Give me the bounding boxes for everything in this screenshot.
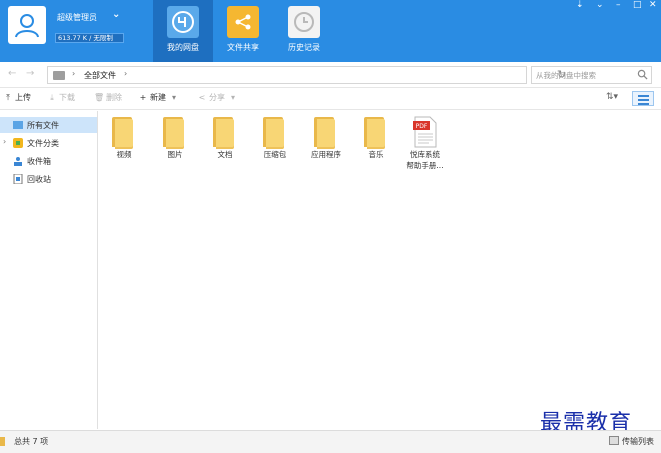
tab-history[interactable]: 历史记录: [274, 0, 334, 62]
folder-icon: [53, 71, 65, 80]
sidebar-item-label: 回收站: [27, 175, 51, 184]
tab-label: 文件共享: [227, 43, 259, 52]
file-item[interactable]: 音乐: [350, 112, 402, 174]
folder-icon: [308, 115, 342, 149]
menu-chevron-icon[interactable]: ⌄: [596, 0, 604, 10]
file-item[interactable]: PDF 悦库系统 帮助手册...: [399, 112, 451, 174]
inbox-icon: [14, 157, 22, 166]
file-name: 应用程序: [311, 150, 341, 159]
toolbar: ⤒ 上传 ⤓ 下载 🗑 删除 + 新建 ▾ < 分享 ▾ ⇅▾: [0, 88, 661, 110]
file-item[interactable]: 应用程序: [300, 112, 352, 174]
item-count: 总共 7 项: [14, 437, 49, 446]
chevron-down-icon: ▾: [231, 93, 236, 102]
transfer-icon: [609, 436, 619, 445]
minimize-icon[interactable]: –: [616, 0, 621, 10]
username[interactable]: 超级管理员: [57, 12, 97, 23]
search-input[interactable]: [536, 69, 634, 81]
upload-icon: ⤒: [6, 93, 10, 102]
category-icon: [13, 138, 23, 148]
share-icon: [227, 6, 259, 38]
folder-icon: [207, 115, 241, 149]
breadcrumb-item[interactable]: 全部文件: [84, 70, 116, 81]
chevron-down-icon[interactable]: ⌄: [112, 9, 120, 20]
sidebar-item-label: 所有文件: [27, 121, 59, 130]
back-arrow-icon[interactable]: ←: [8, 68, 16, 79]
file-item[interactable]: 视频: [98, 112, 150, 174]
folder-icon: [257, 115, 291, 149]
file-name: 压缩包: [263, 150, 287, 159]
share-button[interactable]: < 分享 ▾: [197, 92, 235, 103]
tab-label: 历史记录: [288, 43, 320, 52]
search-box: [531, 66, 652, 84]
pin-icon[interactable]: ⇣: [576, 0, 584, 10]
sidebar-item-label: 收件箱: [27, 157, 51, 166]
sidebar-item-label: 文件分类: [27, 139, 59, 148]
plus-icon: +: [139, 93, 147, 102]
folder-icon: [358, 115, 392, 149]
chevron-down-icon: ▾: [172, 93, 177, 102]
pdf-badge: PDF: [416, 123, 428, 130]
chevron-right-icon[interactable]: ›: [124, 69, 127, 78]
folder-icon: [13, 121, 23, 129]
maximize-icon[interactable]: □: [633, 0, 642, 10]
download-button[interactable]: ⤓ 下载: [47, 92, 75, 103]
breadcrumb[interactable]: › 全部文件 › ↻: [47, 66, 566, 84]
share-icon: <: [198, 93, 206, 102]
file-item[interactable]: 文档: [199, 112, 251, 174]
sidebar-item-all-files[interactable]: 所有文件: [0, 117, 97, 133]
list-view-icon[interactable]: [632, 91, 654, 106]
file-name: 图片: [167, 150, 183, 159]
quota-bar: 613.77 K / 无限制: [55, 33, 124, 43]
folder-icon: [0, 437, 5, 446]
chevron-right-icon[interactable]: ›: [3, 137, 6, 146]
search-icon[interactable]: [637, 69, 648, 80]
recycle-bin-icon: [13, 174, 23, 184]
trash-icon: 🗑: [94, 93, 105, 102]
file-name: 悦库系统 帮助手册...: [406, 150, 444, 170]
file-name: 视频: [116, 150, 132, 159]
my-disk-icon: [167, 6, 199, 38]
sidebar: 所有文件 › 文件分类 收件箱 回收站: [0, 111, 98, 429]
close-icon[interactable]: ✕: [649, 0, 657, 10]
tab-label: 我的网盘: [167, 43, 199, 52]
folder-icon: [157, 115, 191, 149]
sidebar-item-file-category[interactable]: › 文件分类: [0, 135, 97, 151]
new-button[interactable]: + 新建 ▾: [138, 92, 176, 103]
transfer-list-button[interactable]: 传输列表: [609, 436, 654, 447]
forward-arrow-icon[interactable]: →: [26, 68, 34, 79]
address-bar: ← → › 全部文件 › ↻: [0, 62, 661, 88]
history-icon: [288, 6, 320, 38]
delete-button[interactable]: 🗑 删除: [94, 92, 122, 103]
tab-my-disk[interactable]: 我的网盘: [153, 0, 213, 62]
status-bar: 总共 7 项 传输列表: [0, 430, 661, 453]
file-item[interactable]: 图片: [149, 112, 201, 174]
user-icon: [15, 14, 39, 38]
sidebar-item-inbox[interactable]: 收件箱: [0, 153, 97, 169]
user-avatar[interactable]: [8, 6, 46, 44]
app-header: 超级管理员 ⌄ 613.77 K / 无限制 我的网盘 文件共享 历史记录 ⇣ …: [0, 0, 661, 62]
upload-button[interactable]: ⤒ 上传: [3, 92, 31, 103]
tab-file-share[interactable]: 文件共享: [213, 0, 273, 62]
sidebar-item-recycle-bin[interactable]: 回收站: [0, 171, 97, 187]
download-icon: ⤓: [50, 93, 54, 102]
file-name: 文档: [217, 150, 233, 159]
chevron-right-icon[interactable]: ›: [72, 69, 75, 78]
sort-icon[interactable]: ⇅▾: [606, 92, 618, 102]
file-item[interactable]: 压缩包: [249, 112, 301, 174]
folder-icon: [106, 115, 140, 149]
file-name: 音乐: [368, 150, 384, 159]
pdf-icon: PDF: [413, 116, 437, 148]
